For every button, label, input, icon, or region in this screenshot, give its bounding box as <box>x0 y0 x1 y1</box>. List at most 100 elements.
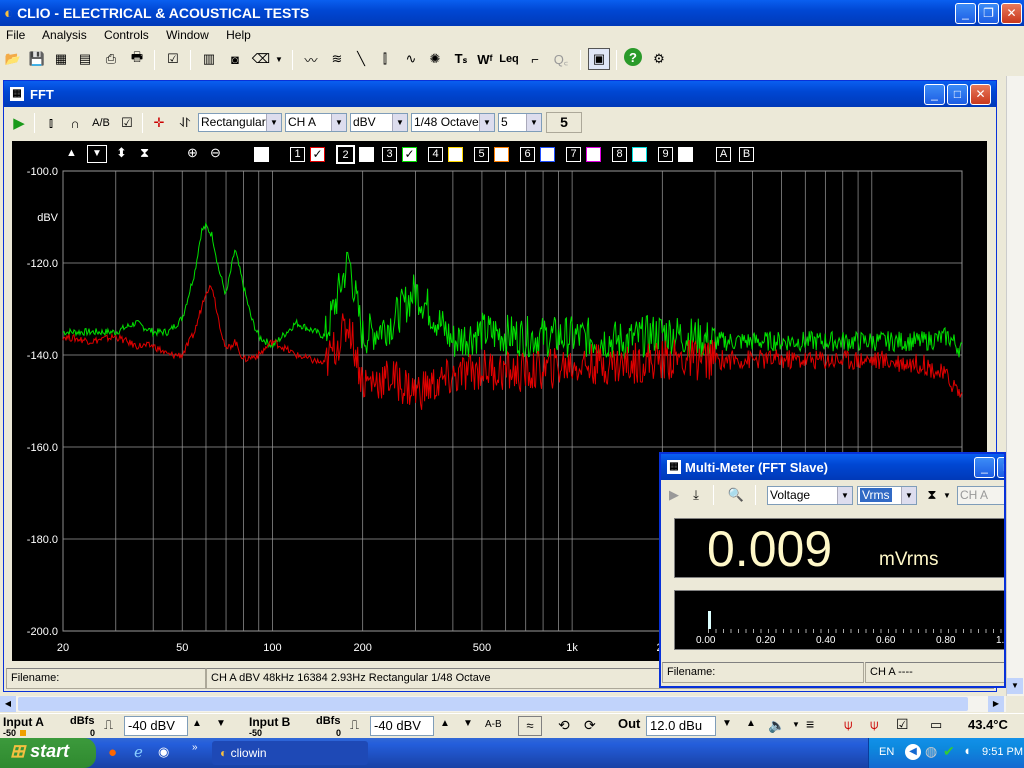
fft-minimize-button[interactable]: _ <box>924 84 945 105</box>
start-button[interactable]: ⊞ start <box>0 738 96 768</box>
app-close-button[interactable]: ✕ <box>1001 3 1022 24</box>
dropdown-arrow-icon[interactable]: ▼ <box>272 48 286 70</box>
tray-arrow-icon[interactable]: ◀ <box>905 744 921 760</box>
multimeter-minimize-button[interactable]: _ <box>974 457 995 478</box>
quicklaunch-more-icon[interactable]: » <box>192 742 198 753</box>
mic-a-icon[interactable]: ⍦ <box>844 716 852 733</box>
multimeter-zoom-icon[interactable]: 🔍 <box>725 484 747 506</box>
multimeter-go-icon[interactable]: ▶ <box>663 484 685 506</box>
input-b-pulse-icon[interactable]: ⎍ <box>350 717 359 733</box>
multimeter-toolbar-icon[interactable]: ▣ <box>588 48 610 70</box>
qc-icon[interactable]: Q꜀ <box>550 48 572 70</box>
fft-icon[interactable]: ⫿ <box>374 48 396 70</box>
media-icon[interactable]: ◉ <box>158 744 169 760</box>
multimeter-capture-icon[interactable]: ⤓ <box>685 484 707 506</box>
multimeter-expand-icon[interactable]: ⧗ <box>921 484 943 506</box>
input-b-up-icon[interactable]: ▲ <box>440 718 450 729</box>
smoothing-select[interactable]: 1/48 Octave ▼ <box>411 113 495 132</box>
mdi-horizontal-scrollbar[interactable]: ◀ ▶ <box>0 696 1006 712</box>
scroll-left-arrow-icon[interactable]: ◀ <box>0 696 16 712</box>
scroll-right-arrow-icon[interactable]: ▶ <box>988 696 1004 712</box>
ts-icon[interactable]: Tₛ <box>450 48 472 70</box>
about-icon[interactable]: ⚙ <box>648 48 670 70</box>
multimeter-dropdown-icon[interactable]: ▼ <box>941 484 953 506</box>
multimeter-filename-status: Filename: <box>662 662 864 683</box>
channel-select[interactable]: CH A ▼ <box>285 113 347 132</box>
out-value[interactable]: 12.0 dBu <box>646 716 716 736</box>
generator-icon[interactable]: ≡ <box>806 716 814 732</box>
multimeter-maximize-button[interactable]: □ <box>997 457 1004 478</box>
tray-network-icon[interactable]: ◍ <box>925 743 937 760</box>
slope-icon[interactable]: ╲ <box>350 48 372 70</box>
mls-icon[interactable]: 〰 <box>300 48 322 70</box>
input-a-value[interactable]: -40 dBV <box>124 716 188 736</box>
ie-icon[interactable]: ℯ <box>134 743 143 761</box>
app-restore-button[interactable]: ❐ <box>978 3 999 24</box>
film-icon[interactable]: ▥ <box>198 48 220 70</box>
sine-icon[interactable]: ∿ <box>400 48 422 70</box>
camera-icon[interactable]: ◙ <box>224 48 246 70</box>
averages-select[interactable]: 5 ▼ <box>498 113 542 132</box>
help-icon[interactable]: ? <box>624 48 642 66</box>
parameter-select[interactable]: Voltage ▼ <box>767 486 853 505</box>
scroll-down-arrow-icon[interactable]: ▼ <box>1007 678 1023 694</box>
go-icon[interactable]: ▶ <box>8 112 30 134</box>
input-a-up-icon[interactable]: ▲ <box>192 718 202 729</box>
loop-a-icon[interactable]: ⟲ <box>558 717 570 734</box>
hardware-icon[interactable]: ▭ <box>930 717 942 733</box>
ab-icon[interactable]: A/B <box>90 112 112 134</box>
loop-b-icon[interactable]: ⟳ <box>584 717 596 734</box>
speaker-icon[interactable]: 🔈 <box>768 717 785 734</box>
marker-icon[interactable]: ⥯ <box>174 112 196 134</box>
save-all-icon[interactable]: ▦ <box>50 48 72 70</box>
scroll-thumb[interactable] <box>18 697 968 711</box>
x-tick-label: 500 <box>473 642 491 654</box>
out-down-icon[interactable]: ▼ <box>722 718 732 729</box>
input-a-down-icon[interactable]: ▼ <box>216 718 226 729</box>
meter-channel-select[interactable]: CH A <box>957 486 1004 505</box>
spectrum-icon[interactable]: ⫾ <box>40 112 62 134</box>
out-up-icon[interactable]: ▲ <box>746 718 756 729</box>
chevron-down-icon: ▼ <box>837 487 852 504</box>
menu-file[interactable]: File <box>6 28 25 42</box>
open-icon[interactable]: 📂 <box>2 48 24 70</box>
input-b-down-icon[interactable]: ▼ <box>463 718 473 729</box>
meter-unit-select[interactable]: Vrms ▼ <box>857 486 917 505</box>
calibration-icon[interactable]: ☑ <box>896 716 909 733</box>
sinusoidal-icon[interactable]: ≋ <box>326 48 348 70</box>
unit-select[interactable]: dBV ▼ <box>350 113 408 132</box>
a-minus-b-button[interactable]: A-B <box>485 719 502 730</box>
fft-maximize-button[interactable]: □ <box>947 84 968 105</box>
wf-icon[interactable]: Wᶠ <box>474 48 496 70</box>
mic-b-icon[interactable]: ⍦ <box>870 716 878 733</box>
eraser-icon[interactable]: ⌫ <box>250 48 272 70</box>
menu-controls[interactable]: Controls <box>104 28 149 42</box>
autorange-icon[interactable]: ≈ <box>518 716 542 736</box>
menu-help[interactable]: Help <box>226 28 251 42</box>
main-toolbar: 📂 💾 ▦ ▤ ⎙ 🖶 ☑ ▥ ◙ ⌫ ▼ 〰 ≋ ╲ ⫿ ∿ ✺ Tₛ Wᶠ … <box>0 46 1024 74</box>
waterfall-icon[interactable]: ✺ <box>424 48 446 70</box>
curve-icon[interactable]: ∩ <box>64 112 86 134</box>
app-minimize-button[interactable]: _ <box>955 3 976 24</box>
check-icon[interactable]: ☑ <box>116 112 138 134</box>
crosshair-icon[interactable]: ✛ <box>148 112 170 134</box>
tray-security-icon[interactable]: ✔ <box>943 743 955 760</box>
fft-close-button[interactable]: ✕ <box>970 84 991 105</box>
checklist-icon[interactable]: ☑ <box>162 48 184 70</box>
input-a-pulse-icon[interactable]: ⎍ <box>104 717 113 733</box>
leq-icon[interactable]: Leq <box>498 48 520 70</box>
save-icon[interactable]: 💾 <box>26 48 48 70</box>
speaker-dropdown-icon[interactable]: ▼ <box>792 720 800 729</box>
window-type-select[interactable]: Rectangular ▼ <box>198 113 282 132</box>
language-indicator[interactable]: EN <box>879 746 894 758</box>
menu-window[interactable]: Window <box>166 28 209 42</box>
input-b-value[interactable]: -40 dBV <box>370 716 434 736</box>
print-icon[interactable]: 🖶 <box>126 48 148 70</box>
menu-analysis[interactable]: Analysis <box>42 28 87 42</box>
taskbar-item-cliowin[interactable]: ◐ cliowin <box>212 741 368 765</box>
step-icon[interactable]: ⌐ <box>524 48 546 70</box>
mdi-vertical-scrollbar[interactable] <box>1006 76 1024 696</box>
print-setup-icon[interactable]: ⎙ <box>100 48 122 70</box>
firefox-icon[interactable]: ● <box>108 744 117 761</box>
export-icon[interactable]: ▤ <box>74 48 96 70</box>
